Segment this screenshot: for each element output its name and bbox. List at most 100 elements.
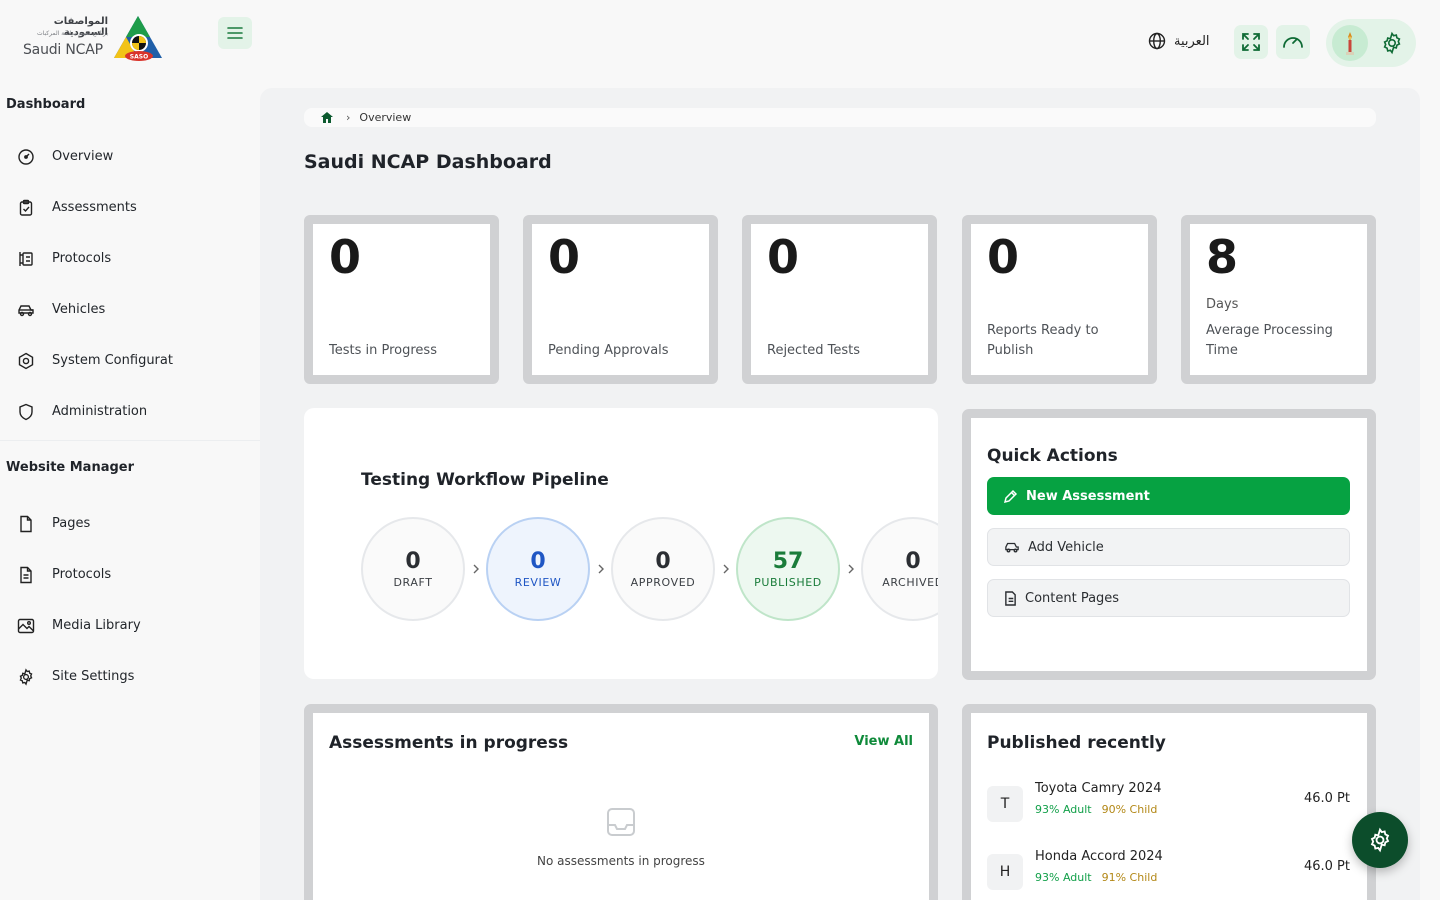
sidebar-item-system-configuration[interactable]: System Configuration xyxy=(0,335,260,386)
stat-label: Average Processing Time xyxy=(1206,323,1333,358)
chevron-right-icon xyxy=(720,560,732,578)
protocol-icon xyxy=(16,249,36,269)
floating-settings-button[interactable] xyxy=(1352,812,1408,868)
globe-icon xyxy=(1148,32,1166,50)
adult-rating: 93% Adult xyxy=(1035,803,1092,816)
fullscreen-icon xyxy=(1242,33,1260,51)
stat-card-rejected-tests: 0 Rejected Tests xyxy=(742,215,937,384)
child-rating: 91% Child xyxy=(1101,871,1158,884)
sidebar-section-dashboard: Dashboard xyxy=(6,97,86,112)
logo-badge-text: SASO xyxy=(130,54,148,61)
sidebar-item-vehicles[interactable]: Vehicles xyxy=(0,284,260,335)
inbox-icon xyxy=(607,808,635,836)
language-switcher[interactable]: العربية xyxy=(1148,32,1210,50)
sidebar-item-assessments[interactable]: Assessments xyxy=(0,182,260,233)
vehicle-points: 46.0 Pt xyxy=(1303,859,1350,874)
pipeline-title: Testing Workflow Pipeline xyxy=(361,470,609,490)
language-label: العربية xyxy=(1174,33,1210,49)
avatar[interactable] xyxy=(1332,25,1368,61)
vehicle-points: 46.0 Pt xyxy=(1303,791,1350,806)
hexagon-settings-icon xyxy=(16,351,36,371)
sidebar-item-label: Administration xyxy=(52,404,148,419)
stage-count: 0 xyxy=(405,549,421,574)
pipeline-stage-review[interactable]: 0 REVIEW xyxy=(486,517,590,621)
stat-value: 0 xyxy=(767,230,800,284)
published-item[interactable]: H Honda Accord 2024 93% Adult 91% Child 4… xyxy=(987,849,1350,900)
vehicle-initial-badge: H xyxy=(987,854,1023,890)
stat-label: Tests in Progress xyxy=(329,343,437,358)
stage-count: 57 xyxy=(772,549,804,574)
stat-card-tests-in-progress: 0 Tests in Progress xyxy=(304,215,499,384)
stage-label: ARCHIVED xyxy=(882,576,938,589)
stage-label: PUBLISHED xyxy=(754,576,822,589)
vehicle-ratings: 93% Adult 91% Child xyxy=(1035,871,1157,884)
gear-icon xyxy=(16,667,36,687)
fullscreen-button[interactable] xyxy=(1234,25,1268,59)
button-label: Content Pages xyxy=(1025,590,1120,606)
adult-rating: 93% Adult xyxy=(1035,871,1092,884)
empty-state: No assessments in progress xyxy=(313,806,929,868)
sidebar-section-website-manager: Website Manager xyxy=(6,460,135,475)
stage-count: 0 xyxy=(530,549,546,574)
stat-value: 0 xyxy=(548,230,581,284)
profile-menu[interactable] xyxy=(1326,19,1416,67)
button-label: Add Vehicle xyxy=(1028,539,1104,555)
home-icon[interactable] xyxy=(320,111,334,124)
pipeline-stage-draft[interactable]: 0 DRAFT xyxy=(361,517,465,621)
sidebar-item-administration[interactable]: Administration xyxy=(0,386,260,437)
logo-brand: Saudi NCAP xyxy=(23,42,103,58)
sidebar-item-pages[interactable]: Pages xyxy=(0,498,260,549)
file-text-icon xyxy=(16,565,36,585)
published-item[interactable]: T Toyota Camry 2024 93% Adult 90% Child 4… xyxy=(987,781,1350,833)
sidebar-item-label: Site Settings xyxy=(52,669,135,684)
clipboard-check-icon xyxy=(16,198,36,218)
published-title: Published recently xyxy=(987,733,1166,753)
chevron-right-icon xyxy=(470,560,482,578)
saudi-ncap-logo[interactable]: المواصفات السعودية برنامج تقييم سلامة ال… xyxy=(22,14,164,64)
menu-toggle-button[interactable] xyxy=(218,17,252,49)
stat-label: Pending Approvals xyxy=(548,343,669,358)
content-pages-button[interactable]: Content Pages xyxy=(987,579,1350,617)
sidebar-item-label: Vehicles xyxy=(52,302,106,317)
car-icon xyxy=(16,300,36,320)
workflow-pipeline-card: Testing Workflow Pipeline 0 DRAFT 0 REVI… xyxy=(304,408,938,679)
assessments-in-progress-card: Assessments in progress View All No asse… xyxy=(304,704,938,900)
page-title: Saudi NCAP Dashboard xyxy=(304,151,552,173)
vehicle-ratings: 93% Adult 90% Child xyxy=(1035,803,1157,816)
stat-value: 0 xyxy=(987,230,1020,284)
pipeline-stage-archived[interactable]: 0 ARCHIVED xyxy=(861,517,938,621)
chevron-right-icon xyxy=(845,560,857,578)
add-vehicle-button[interactable]: Add Vehicle xyxy=(987,528,1350,566)
pen-icon xyxy=(1003,489,1018,503)
image-icon xyxy=(16,616,36,636)
button-label: New Assessment xyxy=(1026,488,1150,504)
sidebar-item-media-library[interactable]: Media Library xyxy=(0,600,260,651)
sidebar: Dashboard Overview Assessments Protocols… xyxy=(0,95,260,702)
stage-count: 0 xyxy=(905,549,921,574)
sidebar-item-overview[interactable]: Overview xyxy=(0,131,260,182)
sidebar-divider xyxy=(0,440,260,441)
gauge-icon xyxy=(16,147,36,167)
vehicle-name: Honda Accord 2024 xyxy=(1035,849,1163,864)
gear-icon[interactable] xyxy=(1380,31,1404,55)
vehicle-initial-badge: T xyxy=(987,786,1023,822)
stage-label: REVIEW xyxy=(514,576,562,589)
shield-icon xyxy=(16,402,36,422)
speed-button[interactable] xyxy=(1276,25,1310,59)
stat-card-pending-approvals: 0 Pending Approvals xyxy=(523,215,718,384)
vehicle-name: Toyota Camry 2024 xyxy=(1035,781,1162,796)
stat-label: Reports Ready to Publish xyxy=(987,323,1099,358)
sidebar-item-site-settings[interactable]: Site Settings xyxy=(0,651,260,702)
view-all-link[interactable]: View All xyxy=(854,734,913,749)
quick-actions-card: Quick Actions New Assessment Add Vehicle… xyxy=(962,409,1376,680)
breadcrumb-current: Overview xyxy=(359,111,412,124)
stat-card-average-processing-time: 8 Days Average Processing Time xyxy=(1181,215,1376,384)
new-assessment-button[interactable]: New Assessment xyxy=(987,477,1350,515)
saso-logo-icon: SASO xyxy=(114,16,162,61)
sidebar-item-label: System Configuration xyxy=(52,353,174,368)
sidebar-item-website-protocols[interactable]: Protocols xyxy=(0,549,260,600)
sidebar-item-protocols[interactable]: Protocols xyxy=(0,233,260,284)
pipeline-stage-published[interactable]: 57 PUBLISHED xyxy=(736,517,840,621)
pipeline-stage-approved[interactable]: 0 APPROVED xyxy=(611,517,715,621)
chevron-right-icon: › xyxy=(346,111,351,124)
